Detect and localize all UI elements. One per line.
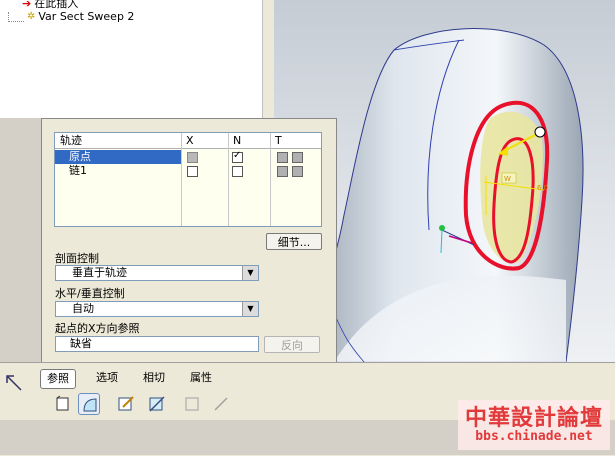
n-checkbox[interactable] <box>232 150 243 163</box>
section-control-select[interactable]: 垂直于轨迹 ▼ <box>55 265 259 281</box>
tree-branch-line <box>8 11 24 22</box>
column-divider <box>270 133 271 226</box>
references-panel: 轨迹 X N T 原点 链1 细节... 剖面控制 垂直于轨迹 ▼ 水平/垂直控… <box>41 118 337 364</box>
table-row[interactable]: 链1 <box>55 164 321 178</box>
hv-control-select[interactable]: 自动 ▼ <box>55 301 259 317</box>
dimension-label-value: 6.0 <box>537 184 548 192</box>
details-button[interactable]: 细节... <box>266 233 322 250</box>
origin-x-ref-field[interactable]: 缺省 <box>55 336 259 352</box>
watermark-title: 中華設計論壇 <box>464 405 603 431</box>
surface-icon[interactable] <box>78 393 100 415</box>
model-tree: ➔ 在此插入 ✲ Var Sect Sweep 2 <box>0 0 263 118</box>
watermark-url: bbs.chinade.net <box>475 429 593 444</box>
trajectory-name: 原点 <box>55 150 181 164</box>
t-option-box[interactable] <box>292 166 303 177</box>
csys-origin <box>439 225 445 231</box>
dashboard-collapse-icon[interactable] <box>4 373 24 393</box>
column-header-n: N <box>228 133 270 149</box>
tab-properties[interactable]: 属性 <box>184 369 218 387</box>
tab-options[interactable]: 选项 <box>90 369 124 387</box>
column-header-t: T <box>270 133 321 149</box>
trajectory-table: 轨迹 X N T 原点 链1 <box>54 132 322 227</box>
x-checkbox <box>187 152 198 163</box>
chevron-down-icon[interactable]: ▼ <box>242 302 258 316</box>
trim-icon[interactable] <box>146 393 168 415</box>
chevron-down-icon[interactable]: ▼ <box>242 266 258 280</box>
tab-references[interactable]: 参照 <box>40 369 76 389</box>
solid-icon[interactable] <box>52 393 74 415</box>
column-header-trajectory: 轨迹 <box>55 133 181 149</box>
tree-item-var-sect-sweep[interactable]: ✲ Var Sect Sweep 2 <box>8 10 134 23</box>
origin-point[interactable] <box>534 126 546 138</box>
t-option-box[interactable] <box>292 152 303 163</box>
x-checkbox[interactable] <box>187 166 198 177</box>
insert-arrow-icon: ➔ <box>22 0 32 10</box>
slash-icon <box>210 393 232 415</box>
flip-button[interactable]: 反向 <box>264 336 320 353</box>
trajectory-name: 链1 <box>69 164 87 177</box>
dimension-label-w: W <box>504 175 511 183</box>
tab-tangency[interactable]: 相切 <box>137 369 171 387</box>
column-divider <box>228 133 229 226</box>
section-control-label: 剖面控制 <box>55 252 99 265</box>
column-divider <box>181 133 182 226</box>
sketch-icon[interactable] <box>115 393 137 415</box>
thicken-icon <box>182 393 204 415</box>
origin-x-ref-label: 起点的X方向参照 <box>55 322 140 335</box>
column-header-x: X <box>181 133 228 149</box>
watermark: 中華設計論壇 bbs.chinade.net <box>458 400 610 450</box>
table-row[interactable]: 原点 <box>55 150 321 164</box>
t-option-box[interactable] <box>277 152 288 163</box>
hv-control-label: 水平/垂直控制 <box>55 287 125 300</box>
sweep-feature-icon: ✲ <box>27 11 36 22</box>
t-option-box[interactable] <box>277 166 288 177</box>
n-checkbox[interactable] <box>232 166 243 177</box>
